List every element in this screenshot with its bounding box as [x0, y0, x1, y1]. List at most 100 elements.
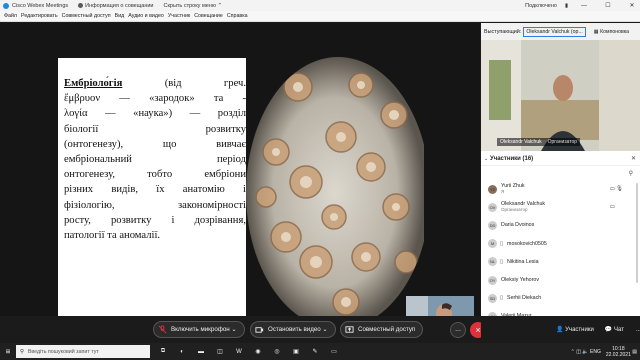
chat-button[interactable]: 💬 Чат: [604, 326, 624, 334]
word-icon[interactable]: W: [232, 345, 246, 358]
device-phone-icon: ▯: [500, 258, 504, 265]
camera-status-icon: ▭: [609, 204, 615, 211]
participant-row[interactable]: DD Daria Dvoinos: [481, 216, 640, 234]
start-button[interactable]: ⊞: [0, 343, 16, 360]
slide-term: Ембріоло́гія: [64, 78, 123, 89]
active-speaker-video: Oleksandr Valchuk Организатор: [481, 40, 640, 151]
participants-button[interactable]: 👤 Участники: [556, 326, 594, 334]
avatar: OY: [488, 275, 497, 285]
volume-icon[interactable]: 🔈: [582, 349, 588, 355]
participant-row[interactable]: OY Oleksiy Yehorov: [481, 271, 640, 289]
webex-taskbar-icon[interactable]: ◉: [251, 345, 265, 358]
share-icon: [345, 326, 354, 333]
menu-meeting[interactable]: Совещание: [194, 13, 223, 19]
participant-name: Daria Dvoinos: [501, 222, 535, 229]
edge-icon[interactable]: ◐: [175, 345, 189, 358]
participants-scrollbar[interactable]: [636, 183, 638, 283]
layout-grid-icon: ▦: [593, 28, 599, 35]
search-icon: ⚲: [20, 348, 24, 355]
more-options-button[interactable]: ...: [450, 322, 466, 338]
avatar: YZ: [488, 184, 497, 194]
menu-share[interactable]: Совместный доступ: [62, 13, 111, 19]
participants-header: ⌄ Участники (16) ✕: [481, 152, 640, 166]
participant-name: Nikitina Lesia: [507, 258, 539, 265]
paint-icon[interactable]: ✎: [308, 345, 322, 358]
clock[interactable]: 10:18 22.02.2021: [606, 346, 631, 358]
task-view-icon[interactable]: ⧉: [156, 345, 170, 358]
speaker-name-tag: Oleksandr Valchuk Организатор: [497, 138, 581, 146]
mic-muted-icon: [158, 325, 167, 334]
participants-title: Участники (16): [490, 155, 534, 162]
participant-name: Oleksiy Yehorov: [501, 277, 539, 284]
avatar: SD: [488, 293, 497, 303]
tray-up-arrow-icon[interactable]: ⌃: [571, 349, 575, 355]
participant-name: Yurii Zhuk: [501, 183, 525, 190]
avatar: M: [488, 239, 497, 249]
participant-role: Организатор: [501, 207, 528, 213]
menu-audio-video[interactable]: Аудио и видео: [128, 13, 164, 19]
windows-taskbar: ⊞ ⚲ Введіть пошуковий запит тут ⧉ ◐ ▬ ◫ W…: [0, 343, 640, 360]
menu-bar: Файл Редактировать Совместный доступ Вид…: [0, 11, 640, 22]
menu-edit[interactable]: Редактировать: [21, 13, 58, 19]
participant-row[interactable]: YZ Yurii Zhuk Я ▭ 🎙: [481, 180, 640, 198]
taskbar-apps: ⧉ ◐ ▬ ◫ W ◉ ◎ ▣ ✎ ▭: [156, 345, 346, 358]
device-phone-icon: ▯: [500, 240, 504, 247]
participant-name: Serhii Diekach: [507, 295, 542, 302]
collapse-chevron-icon[interactable]: ⌄: [484, 156, 488, 162]
panel-more-button[interactable]: ...: [636, 327, 640, 333]
menu-participant[interactable]: Участник: [168, 13, 190, 19]
microscope-image: [246, 57, 424, 328]
language-indicator[interactable]: ENG: [590, 349, 601, 355]
layout-button[interactable]: ▦ Компоновка: [594, 29, 629, 35]
menu-file[interactable]: Файл: [4, 13, 17, 19]
file-explorer-icon[interactable]: ▬: [194, 345, 208, 358]
participant-row[interactable]: SD ▯ Serhii Diekach: [481, 289, 640, 307]
chrome-icon[interactable]: ◎: [270, 345, 284, 358]
shared-content-stage: Ембріоло́гія (від греч. ἔμβρυον — «зарод…: [0, 23, 480, 340]
speaker-video-image: [481, 40, 640, 151]
share-content-button[interactable]: Совместный доступ: [340, 321, 424, 338]
participant-row[interactable]: NL ▯ Nikitina Lesia: [481, 253, 640, 271]
close-panel-icon[interactable]: ✕: [631, 155, 636, 162]
participant-row[interactable]: M ▯ mosokovich0505: [481, 235, 640, 253]
notifications-icon[interactable]: ▤: [632, 349, 637, 355]
avatar: OV: [488, 202, 497, 212]
folder-icon[interactable]: ▭: [327, 345, 341, 358]
participants-toolbar: ⚲: [481, 166, 640, 180]
webex-logo-icon: [3, 2, 9, 9]
right-panel: Выступающий: Oleksandr Valchuk (op... ▦ …: [481, 23, 640, 340]
unmute-mic-button[interactable]: Включить микрофон ⌄: [153, 321, 245, 338]
minimize-button[interactable]: —: [576, 3, 592, 9]
person-icon: 👤: [556, 327, 564, 333]
connected-status: Подключено: [525, 2, 557, 9]
taskbar-search[interactable]: ⚲ Введіть пошуковий запит тут: [16, 345, 150, 358]
menu-help[interactable]: Справка: [227, 13, 248, 19]
menu-view[interactable]: Вид: [115, 13, 125, 19]
avatar: DD: [488, 220, 497, 230]
network-icon[interactable]: ◫: [576, 349, 581, 355]
slide-text: Ембріоло́гія (від греч. ἔμβρυον — «зарод…: [64, 78, 246, 241]
presentation-slide: Ембріоло́гія (від греч. ἔμβρυον — «зарод…: [58, 58, 251, 332]
windows-logo-icon: ⊞: [5, 348, 11, 355]
maximize-button[interactable]: ☐: [600, 2, 616, 9]
speaker-bar: Выступающий: Oleksandr Valchuk (op... ▦ …: [481, 23, 640, 40]
chat-icon: 💬: [604, 327, 613, 333]
close-window-button[interactable]: ✕: [624, 2, 640, 9]
hide-menu-button[interactable]: Скрыть строку меню ⌃: [164, 3, 223, 9]
device-phone-icon: ▯: [500, 295, 504, 302]
participant-row[interactable]: OV Oleksandr Valchuk Организатор ▭: [481, 198, 640, 216]
store-icon[interactable]: ◫: [213, 345, 227, 358]
app-title: Cisco Webex Meetings: [12, 2, 69, 9]
panel-buttons-bar: 👤 Участники 💬 Чат ...: [481, 316, 640, 343]
stop-video-button[interactable]: Остановить видео ⌄: [250, 321, 336, 338]
avatar: NL: [488, 257, 497, 267]
title-bar: Cisco Webex Meetings Информация о совеща…: [0, 0, 640, 11]
system-tray: ⌃ ◫ 🔈 ENG 10:18 22.02.2021 ▤: [571, 343, 637, 360]
speaker-label: Выступающий:: [484, 28, 522, 35]
speaker-select[interactable]: Oleksandr Valchuk (op...: [523, 26, 586, 37]
participant-role: Я: [501, 189, 505, 195]
search-icon[interactable]: ⚲: [629, 170, 633, 177]
camera-status-icon: ▭: [609, 186, 615, 193]
app-icon[interactable]: ▣: [289, 345, 303, 358]
meeting-info-button[interactable]: Информация о совещании: [78, 3, 154, 9]
